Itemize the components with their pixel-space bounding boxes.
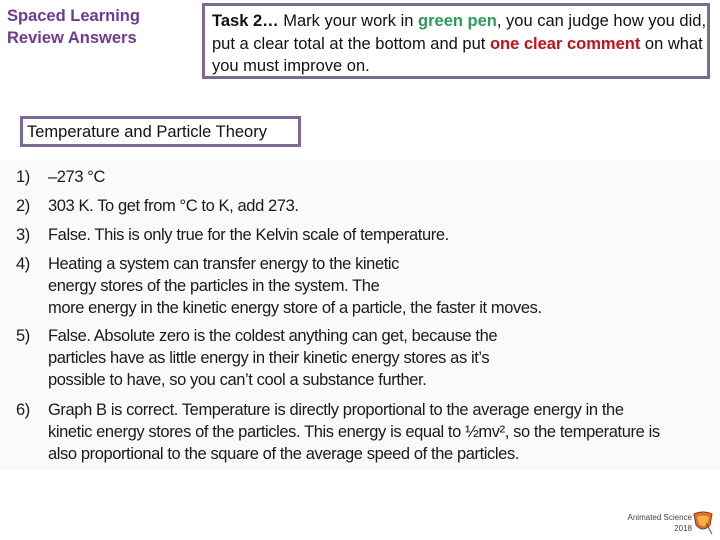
title-line-2: Review Answers [7,29,137,47]
answer-number: 3) [16,226,30,244]
answer-line: Heating a system can transfer energy to … [48,255,400,273]
answer-line: more energy in the kinetic energy store … [48,299,542,317]
task-green-pen: green pen [418,12,497,30]
answer-line: 303 K. To get from °C to K, add 273. [48,197,299,215]
section-title: Temperature and Particle Theory [20,116,301,147]
credit-name: Animated Science [627,513,692,522]
answer-line: energy stores of the particles in the sy… [48,277,380,295]
credit-year: 2018 [674,524,692,533]
task-label: Task 2… [212,12,279,30]
task-one-clear-comment: one clear comment [489,34,641,53]
answer-number: 4) [16,255,30,273]
answer-line: kinetic energy stores of the particles. … [48,423,660,441]
task-instructions-box: Task 2… Mark your work in green pen, you… [202,3,710,79]
answer-line: possible to have, so you can’t cool a su… [48,371,427,389]
answer-number: 6) [16,401,30,419]
answer-line: False. Absolute zero is the coldest anyt… [48,327,498,345]
answer-line: also proportional to the square of the a… [48,445,519,463]
answer-line: False. This is only true for the Kelvin … [48,226,449,244]
answer-number: 2) [16,197,30,215]
credit: Animated Science 2018 [612,512,692,534]
answer-number: 5) [16,327,30,345]
shield-logo-icon [692,509,714,540]
answer-number: 1) [16,168,30,186]
title-line-1: Spaced Learning [7,7,140,25]
answer-line: Graph B is correct. Temperature is direc… [48,401,624,419]
task-text-1: Mark your work in [278,12,419,30]
answer-line: particles have as little energy in their… [48,349,490,367]
answer-line: –273 °C [48,168,106,186]
answer-list: 1) –273 °C 2) 303 K. To get from °C to K… [0,160,720,470]
page-title: Spaced Learning Review Answers [7,5,140,49]
